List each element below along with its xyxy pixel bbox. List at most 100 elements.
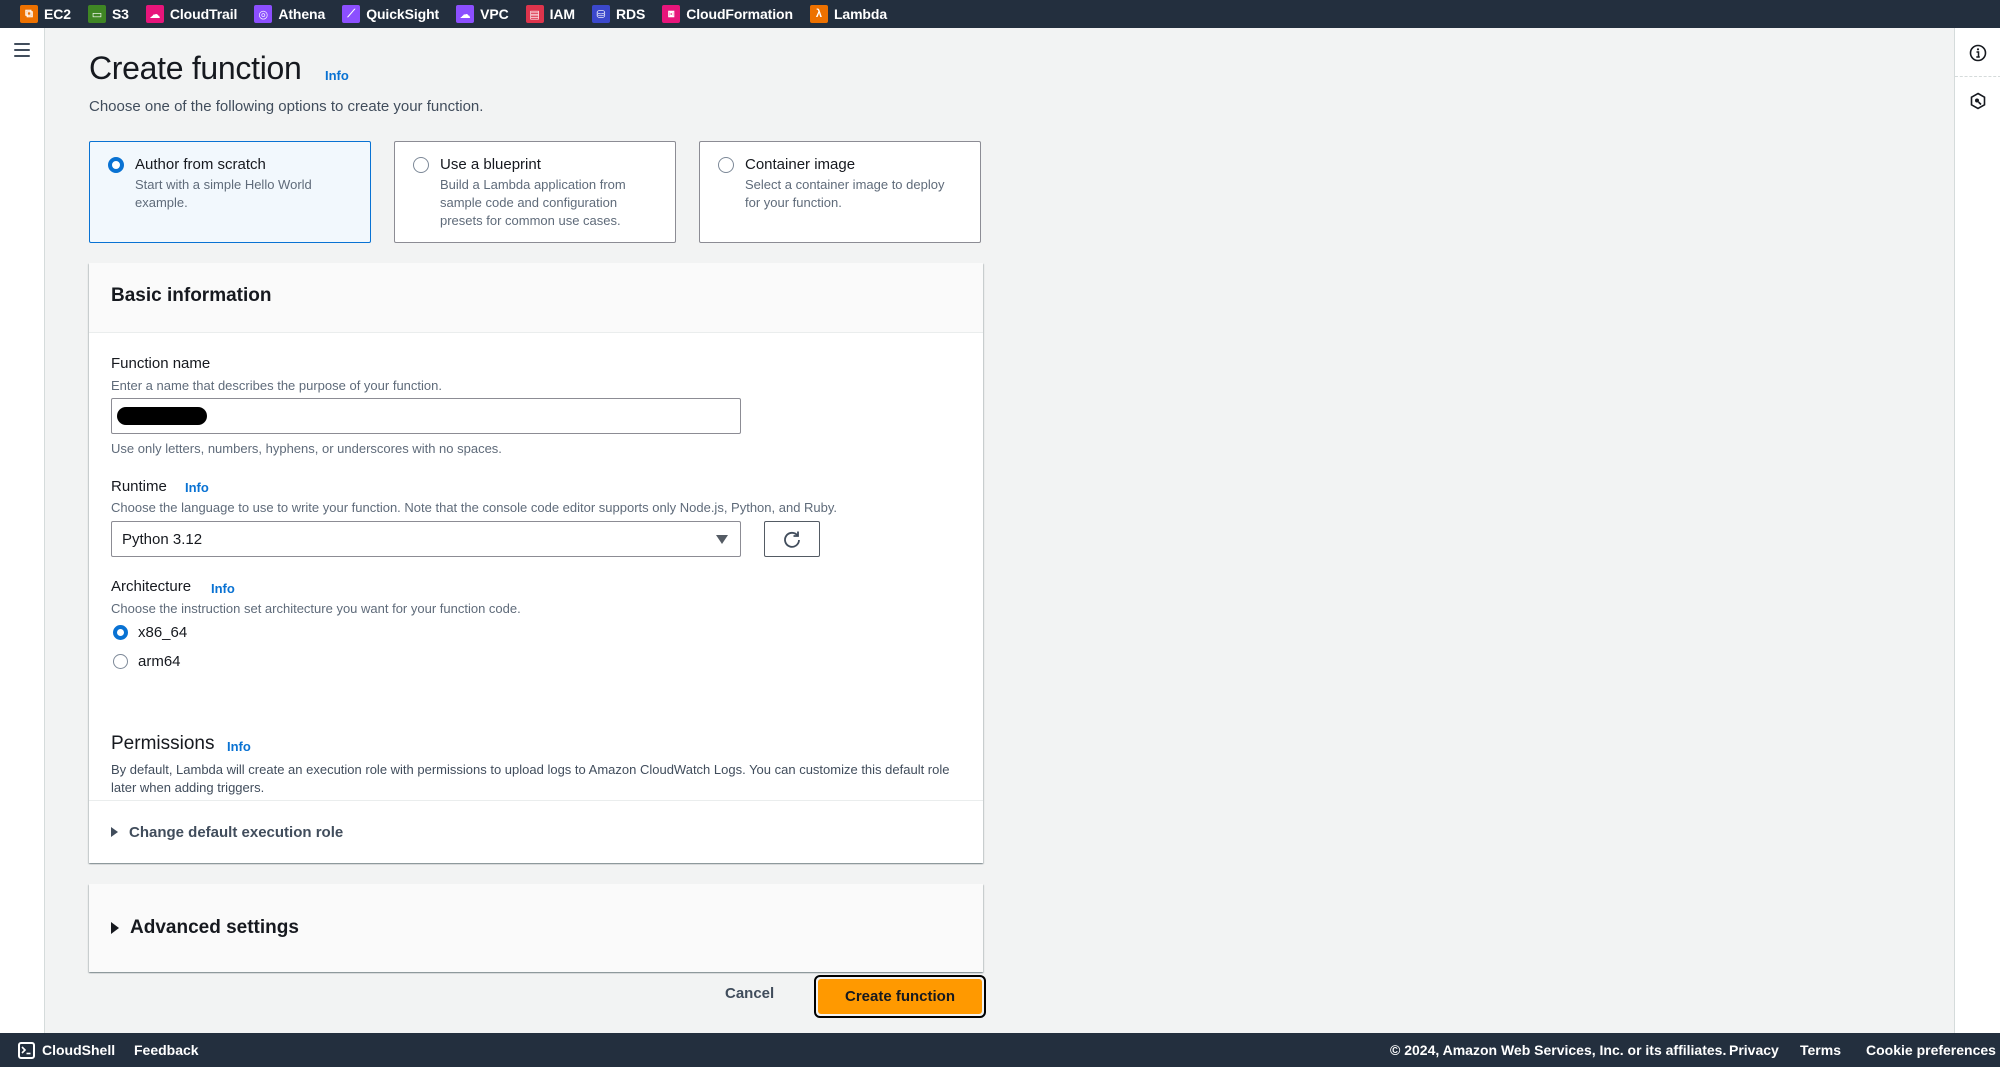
service-label: Lambda xyxy=(833,6,888,22)
radio-unselected[interactable] xyxy=(718,157,734,173)
tutorial-panel-button[interactable] xyxy=(1955,78,2000,124)
radio-selected[interactable] xyxy=(108,157,124,173)
cloudtrail-icon: ☁ xyxy=(145,5,164,23)
side-navigation xyxy=(0,28,45,1033)
athena-icon: ◎ xyxy=(254,5,273,23)
service-athena[interactable]: ◎ Athena xyxy=(254,5,325,23)
quicksight-icon: ⟋ xyxy=(342,5,361,23)
basic-information-panel: Basic information Function name Enter a … xyxy=(89,263,983,863)
expander-label: Change default execution role xyxy=(129,823,344,841)
function-name-label: Function name xyxy=(111,355,211,372)
service-s3[interactable]: ▭ S3 xyxy=(87,5,129,23)
service-quicksight[interactable]: ⟋ QuickSight xyxy=(342,5,439,23)
service-label: CloudTrail xyxy=(169,6,238,22)
create-function-button[interactable]: Create function xyxy=(814,975,986,1018)
architecture-info-link[interactable]: Info xyxy=(211,581,235,596)
option-description: Select a container image to deploy for y… xyxy=(745,177,945,210)
creation-options: Author from scratch Start with a simple … xyxy=(89,141,981,243)
option-description: Build a Lambda application from sample c… xyxy=(440,177,626,228)
vpc-icon: ☁ xyxy=(456,5,475,23)
change-execution-role-expander[interactable]: Change default execution role xyxy=(89,800,983,863)
architecture-description: Choose the instruction set architecture … xyxy=(111,601,521,616)
privacy-link[interactable]: Privacy xyxy=(1729,1042,1779,1058)
cloudshell-label: CloudShell xyxy=(42,1042,116,1058)
service-label: EC2 xyxy=(44,6,71,22)
create-function-label: Create function xyxy=(818,979,982,1014)
info-link[interactable]: Info xyxy=(325,68,349,83)
terms-link[interactable]: Terms xyxy=(1800,1042,1841,1058)
service-label: QuickSight xyxy=(366,6,440,22)
feedback-link[interactable]: Feedback xyxy=(134,1042,199,1058)
service-label: RDS xyxy=(615,6,646,22)
s3-icon: ▭ xyxy=(87,5,106,23)
runtime-label: Runtime xyxy=(111,478,167,495)
permissions-heading: Permissions xyxy=(111,733,215,754)
radio-unselected[interactable] xyxy=(413,157,429,173)
services-bar: ⧉ EC2 ▭ S3 ☁ CloudTrail ◎ Athena ⟋ Quick… xyxy=(0,0,2000,28)
service-label: IAM xyxy=(549,6,575,22)
lambda-icon: λ xyxy=(809,5,828,23)
permissions-description: By default, Lambda will create an execut… xyxy=(111,762,950,795)
option-title: Container image xyxy=(745,156,856,173)
service-ec2[interactable]: ⧉ EC2 xyxy=(20,5,71,23)
terminal-icon xyxy=(18,1041,35,1059)
cancel-button[interactable]: Cancel xyxy=(725,985,774,1002)
cloudformation-icon: ⧈ xyxy=(662,5,681,23)
hexagon-icon xyxy=(1970,92,1986,110)
ec2-icon: ⧉ xyxy=(20,5,38,23)
service-label: VPC xyxy=(480,6,509,22)
permissions-info-link[interactable]: Info xyxy=(227,739,251,754)
service-rds[interactable]: ⛁ RDS xyxy=(591,5,646,23)
function-name-description: Enter a name that describes the purpose … xyxy=(111,378,442,393)
refresh-icon xyxy=(784,531,800,548)
service-iam[interactable]: ▤ IAM xyxy=(525,5,575,23)
option-description: Start with a simple Hello World example. xyxy=(135,177,312,210)
service-cloudformation[interactable]: ⧈ CloudFormation xyxy=(662,5,793,23)
radio-selected[interactable] xyxy=(113,625,128,640)
panel-title: Basic information xyxy=(111,285,272,306)
console-footer: CloudShell Feedback © 2024, Amazon Web S… xyxy=(0,1033,2000,1067)
copyright-text: © 2024, Amazon Web Services, Inc. or its… xyxy=(1390,1042,1727,1058)
service-vpc[interactable]: ☁ VPC xyxy=(456,5,509,23)
runtime-description: Choose the language to use to write your… xyxy=(111,500,838,515)
menu-icon[interactable] xyxy=(14,43,30,57)
divider xyxy=(1955,76,2000,77)
option-author-from-scratch[interactable]: Author from scratch Start with a simple … xyxy=(89,141,371,243)
page-description: Choose one of the following options to c… xyxy=(89,98,484,115)
function-name-input[interactable] xyxy=(111,398,741,434)
caret-right-icon xyxy=(111,922,119,934)
info-icon xyxy=(1969,44,1987,62)
architecture-option-label: arm64 xyxy=(138,653,181,670)
runtime-info-link[interactable]: Info xyxy=(185,480,209,495)
advanced-settings-label: Advanced settings xyxy=(130,917,299,938)
caret-down-icon xyxy=(716,535,728,544)
service-label: CloudFormation xyxy=(686,6,793,22)
rds-icon: ⛁ xyxy=(591,5,610,23)
option-title: Use a blueprint xyxy=(440,156,541,173)
architecture-option-x86-64[interactable]: x86_64 xyxy=(111,624,187,641)
redacted-value xyxy=(117,407,207,425)
runtime-select[interactable]: Python 3.12 xyxy=(111,521,741,557)
architecture-option-arm64[interactable]: arm64 xyxy=(111,653,181,670)
tools-panel-strip xyxy=(1954,28,2000,1033)
service-label: Athena xyxy=(278,6,326,22)
page-title: Create function xyxy=(89,50,302,86)
service-lambda[interactable]: λ Lambda xyxy=(809,5,888,23)
info-panel-button[interactable] xyxy=(1955,30,2000,76)
option-use-a-blueprint[interactable]: Use a blueprint Build a Lambda applicati… xyxy=(394,141,676,243)
architecture-option-label: x86_64 xyxy=(138,624,188,641)
caret-right-icon xyxy=(111,827,118,837)
option-container-image[interactable]: Container image Select a container image… xyxy=(699,141,981,243)
radio-unselected[interactable] xyxy=(113,654,128,669)
service-label: S3 xyxy=(111,6,129,22)
refresh-runtimes-button[interactable] xyxy=(764,521,820,557)
cloudshell-button[interactable]: CloudShell xyxy=(18,1041,116,1059)
runtime-selected-value: Python 3.12 xyxy=(122,530,203,548)
advanced-settings-expander[interactable]: Advanced settings xyxy=(89,884,983,972)
cookie-preferences-link[interactable]: Cookie preferences xyxy=(1866,1042,1996,1058)
form-actions: Cancel Create function xyxy=(89,975,986,1025)
architecture-label: Architecture xyxy=(111,578,192,595)
service-cloudtrail[interactable]: ☁ CloudTrail xyxy=(145,5,238,23)
option-title: Author from scratch xyxy=(135,156,266,173)
function-name-constraint: Use only letters, numbers, hyphens, or u… xyxy=(111,441,502,456)
